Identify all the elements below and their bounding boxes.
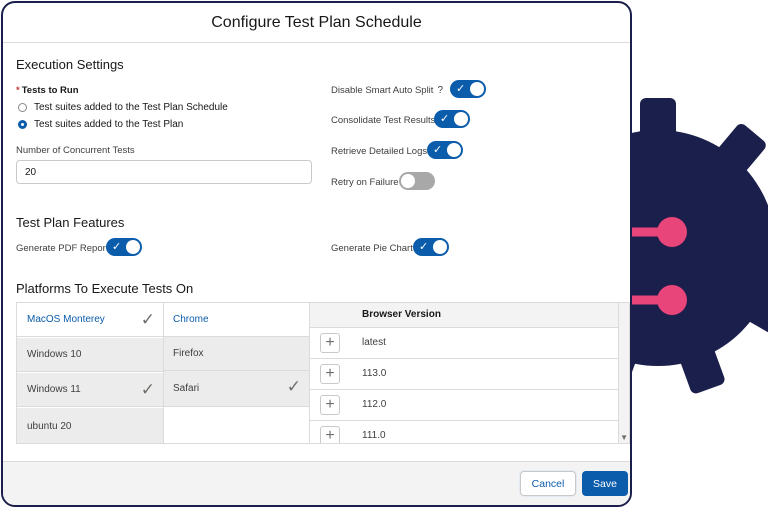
toggle-label-text: Disable Smart Auto Split: [331, 85, 434, 96]
toggle-knob: [470, 82, 484, 96]
add-version-button[interactable]: +: [320, 426, 340, 443]
configure-schedule-modal: Configure Test Plan Schedule Execution S…: [1, 1, 632, 507]
tests-to-run-text: Tests to Run: [21, 85, 79, 96]
add-version-button[interactable]: +: [320, 333, 340, 353]
modal-header: Configure Test Plan Schedule: [3, 3, 630, 43]
radio-option-test-plan[interactable]: Test suites added to the Test Plan: [18, 119, 183, 130]
execution-settings-title: Execution Settings: [16, 57, 124, 72]
detailed-logs-toggle[interactable]: ✓: [427, 141, 463, 159]
version-table-header: Browser Version: [310, 303, 629, 328]
os-label: Windows 11: [27, 384, 81, 395]
add-version-button[interactable]: +: [320, 395, 340, 415]
add-version-button[interactable]: +: [320, 364, 340, 384]
concurrent-tests-input[interactable]: 20: [16, 160, 312, 184]
os-item-macos-monterey[interactable]: MacOS Monterey ✓: [17, 303, 163, 337]
version-row: + 112.0: [310, 390, 629, 421]
os-item-windows-11[interactable]: Windows 11 ✓: [17, 373, 163, 407]
retry-on-failure-label: Retry on Failure: [331, 177, 399, 188]
os-item-ubuntu-20[interactable]: ubuntu 20: [17, 408, 163, 443]
browser-label: Firefox: [173, 348, 204, 359]
concurrent-tests-value: 20: [25, 166, 37, 178]
toggle-knob: [401, 174, 415, 188]
version-scrollbar[interactable]: ▼: [618, 303, 629, 443]
version-row: + 111.0: [310, 421, 629, 443]
tests-to-run-label: * Tests to Run: [16, 85, 79, 96]
disable-smart-auto-split-toggle[interactable]: ✓: [450, 80, 486, 98]
check-icon: ✓: [140, 310, 155, 329]
browser-item-firefox[interactable]: Firefox: [164, 337, 309, 371]
browser-label: Safari: [173, 383, 200, 394]
toggle-knob: [433, 240, 447, 254]
check-icon: ✓: [456, 83, 466, 95]
concurrent-tests-label: Number of Concurrent Tests: [16, 145, 135, 156]
pdf-report-label: Generate PDF Report: [16, 243, 109, 254]
browser-item-safari[interactable]: Safari ✓: [164, 371, 309, 407]
radio-option-label: Test suites added to the Test Plan: [34, 119, 184, 130]
pie-chart-toggle[interactable]: ✓: [413, 238, 449, 256]
scroll-down-arrow-icon[interactable]: ▼: [620, 433, 628, 442]
consolidate-results-toggle[interactable]: ✓: [434, 110, 470, 128]
version-row: + 113.0: [310, 359, 629, 390]
check-icon: ✓: [419, 241, 429, 253]
check-icon: ✓: [140, 380, 155, 399]
os-label: MacOS Monterey: [27, 314, 105, 325]
features-title: Test Plan Features: [16, 215, 125, 230]
version-label: 112.0: [362, 399, 387, 410]
check-icon: ✓: [112, 241, 122, 253]
radio-button[interactable]: [18, 103, 27, 112]
os-label: Windows 10: [27, 349, 82, 360]
modal-title: Configure Test Plan Schedule: [211, 13, 422, 31]
check-icon: ✓: [286, 377, 301, 396]
version-label: latest: [362, 337, 386, 348]
pie-chart-label: Generate Pie Chart: [331, 243, 413, 254]
retry-on-failure-toggle[interactable]: [399, 172, 435, 190]
toggle-knob: [447, 143, 461, 157]
modal-body: Execution Settings * Tests to Run Test su…: [3, 43, 630, 462]
help-icon[interactable]: ?: [437, 85, 443, 96]
version-label: 111.0: [362, 430, 386, 441]
os-list: MacOS Monterey ✓ Windows 10 Windows 11 ✓…: [17, 303, 163, 443]
os-label: ubuntu 20: [27, 421, 72, 432]
radio-option-label: Test suites added to the Test Plan Sched…: [34, 102, 228, 113]
version-row: + latest: [310, 328, 629, 359]
version-table: Browser Version + latest + 113.0 + 112.0…: [310, 303, 629, 443]
os-item-windows-10[interactable]: Windows 10: [17, 338, 163, 372]
required-mark: *: [16, 85, 20, 96]
check-icon: ✓: [440, 113, 450, 125]
disable-smart-auto-split-label: Disable Smart Auto Split?: [331, 85, 443, 96]
toggle-knob: [126, 240, 140, 254]
check-icon: ✓: [433, 144, 443, 156]
browser-version-header: Browser Version: [362, 309, 441, 320]
browser-label: Chrome: [173, 314, 209, 325]
cancel-button[interactable]: Cancel: [520, 471, 576, 496]
toggle-knob: [454, 112, 468, 126]
browser-item-chrome[interactable]: Chrome: [164, 303, 309, 337]
browser-list: Chrome Firefox Safari ✓: [163, 303, 310, 443]
radio-option-schedule[interactable]: Test suites added to the Test Plan Sched…: [18, 102, 228, 113]
modal-footer: Cancel Save: [3, 461, 630, 505]
version-label: 113.0: [362, 368, 387, 379]
detailed-logs-label: Retrieve Detailed Logs: [331, 146, 428, 157]
pdf-report-toggle[interactable]: ✓: [106, 238, 142, 256]
platforms-title: Platforms To Execute Tests On: [16, 281, 194, 296]
save-button[interactable]: Save: [582, 471, 628, 496]
radio-button-selected[interactable]: [18, 120, 27, 129]
consolidate-results-label: Consolidate Test Results: [331, 115, 436, 126]
platform-selector: MacOS Monterey ✓ Windows 10 Windows 11 ✓…: [16, 302, 630, 444]
